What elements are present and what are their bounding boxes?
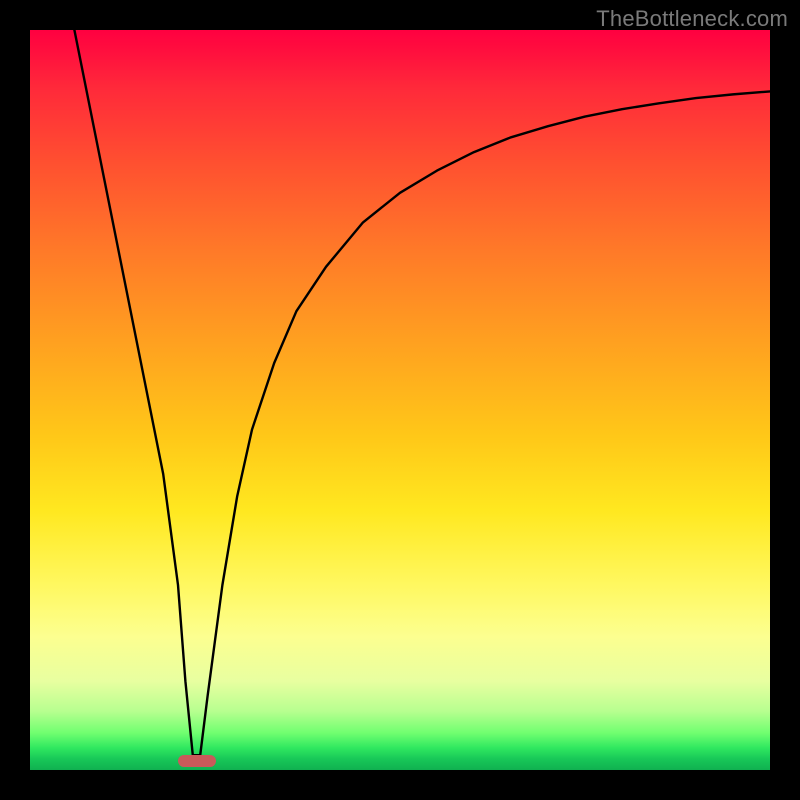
curve-svg xyxy=(30,30,770,770)
bottleneck-curve-path xyxy=(74,30,770,755)
watermark-text: TheBottleneck.com xyxy=(596,6,788,32)
minimum-marker xyxy=(178,755,216,767)
chart-plot-area xyxy=(30,30,770,770)
